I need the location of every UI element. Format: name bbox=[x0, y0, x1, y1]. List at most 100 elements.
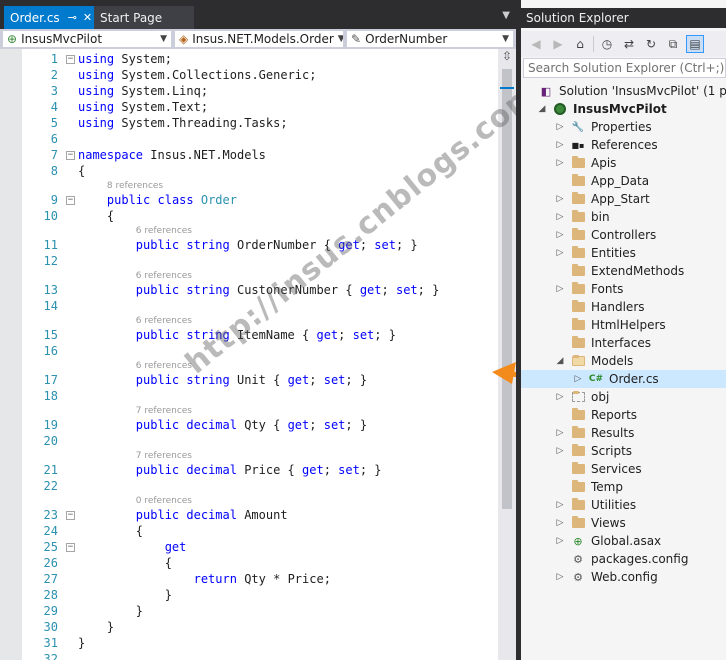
code-line[interactable]: 5 using System.Threading.Tasks; bbox=[0, 115, 498, 131]
tree-item-global-asax[interactable]: ▷ ⊕ Global.asax bbox=[521, 532, 726, 550]
collapsed-arrow-icon[interactable]: ▷ bbox=[555, 140, 565, 150]
code-line[interactable]: 31} bbox=[0, 635, 498, 651]
member-dropdown[interactable]: ✎ OrderNumber ▼ bbox=[346, 30, 514, 48]
tree-item-scripts[interactable]: ▷ Scripts bbox=[521, 442, 726, 460]
code-line[interactable]: 23− public decimal Amount bbox=[0, 507, 498, 523]
split-window-icon[interactable]: ⇳ bbox=[498, 49, 516, 65]
code-line[interactable]: 30 } bbox=[0, 619, 498, 635]
pin-icon[interactable]: ⊸ bbox=[68, 11, 77, 24]
tab-order-cs[interactable]: Order.cs ⊸ ✕ bbox=[4, 6, 94, 29]
codelens-references[interactable]: 7 references bbox=[136, 405, 192, 417]
code-line[interactable]: 12 bbox=[0, 253, 498, 269]
collapsed-arrow-icon[interactable]: ▷ bbox=[555, 248, 565, 258]
tree-item-solution-insusmvcpilot-1-project[interactable]: ◧ Solution 'InsusMvcPilot' (1 project) bbox=[521, 82, 726, 100]
back-icon[interactable]: ◀ bbox=[527, 35, 545, 53]
code-line[interactable]: 29 } bbox=[0, 603, 498, 619]
collapse-region-icon[interactable]: − bbox=[66, 511, 75, 520]
tree-item-fonts[interactable]: ▷ Fonts bbox=[521, 280, 726, 298]
tree-item-app-data[interactable]: App_Data bbox=[521, 172, 726, 190]
codelens-references[interactable]: 6 references bbox=[136, 225, 192, 237]
collapsed-arrow-icon[interactable]: ▷ bbox=[555, 392, 565, 402]
code-line[interactable]: 18 bbox=[0, 388, 498, 404]
collapse-region-icon[interactable]: − bbox=[66, 543, 75, 552]
tree-item-references[interactable]: ▷ ■▪ References bbox=[521, 136, 726, 154]
collapse-region-icon[interactable]: − bbox=[66, 151, 75, 160]
expanded-arrow-icon[interactable]: ◢ bbox=[537, 104, 547, 114]
codelens-references[interactable]: 0 references bbox=[136, 495, 192, 507]
code-line[interactable]: 20 bbox=[0, 433, 498, 449]
project-dropdown[interactable]: ⊕ InsusMvcPilot ▼ bbox=[2, 30, 172, 48]
collapsed-arrow-icon[interactable]: ▷ bbox=[555, 572, 565, 582]
collapsed-arrow-icon[interactable]: ▷ bbox=[555, 230, 565, 240]
tree-item-entities[interactable]: ▷ Entities bbox=[521, 244, 726, 262]
codelens-references[interactable]: 6 references bbox=[136, 360, 192, 372]
code-line[interactable]: 17 public string Unit { get; set; } bbox=[0, 372, 498, 388]
type-dropdown[interactable]: ◈ Insus.NET.Models.Order ▼ bbox=[174, 30, 344, 48]
tree-item-insusmvcpilot[interactable]: ◢ InsusMvcPilot bbox=[521, 100, 726, 118]
tree-item-packages-config[interactable]: ⚙ packages.config bbox=[521, 550, 726, 568]
collapsed-arrow-icon[interactable]: ▷ bbox=[555, 428, 565, 438]
tree-item-extendmethods[interactable]: ExtendMethods bbox=[521, 262, 726, 280]
tree-item-obj[interactable]: ▷ obj bbox=[521, 388, 726, 406]
tree-item-htmlhelpers[interactable]: HtmlHelpers bbox=[521, 316, 726, 334]
sync-icon[interactable]: ⇄ bbox=[620, 35, 638, 53]
tree-item-interfaces[interactable]: Interfaces bbox=[521, 334, 726, 352]
solution-explorer-search-input[interactable]: Search Solution Explorer (Ctrl+;) bbox=[523, 58, 726, 78]
show-all-files-icon[interactable]: ▤ bbox=[686, 35, 704, 53]
code-line[interactable]: 25− get bbox=[0, 539, 498, 555]
code-line[interactable]: 3 using System.Linq; bbox=[0, 83, 498, 99]
tree-item-web-config[interactable]: ▷ ⚙ Web.config bbox=[521, 568, 726, 586]
code-line[interactable]: 6 bbox=[0, 131, 498, 147]
collapse-region-icon[interactable]: − bbox=[66, 55, 75, 64]
vertical-scrollbar[interactable]: ⇳ bbox=[498, 49, 516, 660]
tab-start-page[interactable]: Start Page bbox=[94, 6, 194, 29]
code-line[interactable]: 24 { bbox=[0, 523, 498, 539]
collapsed-arrow-icon[interactable]: ▷ bbox=[555, 122, 565, 132]
tree-item-views[interactable]: ▷ Views bbox=[521, 514, 726, 532]
code-line[interactable]: 32 bbox=[0, 651, 498, 660]
collapsed-arrow-icon[interactable]: ▷ bbox=[555, 500, 565, 510]
refresh-icon[interactable]: ↻ bbox=[642, 35, 660, 53]
code-area[interactable]: 1− using System; 2 using System.Collections… bbox=[0, 49, 498, 660]
tree-item-reports[interactable]: Reports bbox=[521, 406, 726, 424]
collapsed-arrow-icon[interactable]: ▷ bbox=[555, 518, 565, 528]
collapsed-arrow-icon[interactable]: ▷ bbox=[555, 212, 565, 222]
tree-item-utilities[interactable]: ▷ Utilities bbox=[521, 496, 726, 514]
tree-item-services[interactable]: Services bbox=[521, 460, 726, 478]
collapsed-arrow-icon[interactable]: ▷ bbox=[555, 536, 565, 546]
collapsed-arrow-icon[interactable]: ▷ bbox=[555, 158, 565, 168]
code-line[interactable]: 2 using System.Collections.Generic; bbox=[0, 67, 498, 83]
code-line[interactable]: 22 bbox=[0, 478, 498, 494]
collapsed-arrow-icon[interactable]: ▷ bbox=[555, 194, 565, 204]
tree-item-properties[interactable]: ▷ 🔧 Properties bbox=[521, 118, 726, 136]
codelens-references[interactable]: 6 references bbox=[136, 315, 192, 327]
code-line[interactable]: 27 return Qty * Price; bbox=[0, 571, 498, 587]
code-line[interactable]: 10 { bbox=[0, 208, 498, 224]
collapsed-arrow-icon[interactable]: ▷ bbox=[555, 284, 565, 294]
tree-item-app-start[interactable]: ▷ App_Start bbox=[521, 190, 726, 208]
tree-item-results[interactable]: ▷ Results bbox=[521, 424, 726, 442]
tree-item-bin[interactable]: ▷ bin bbox=[521, 208, 726, 226]
codelens-references[interactable]: 6 references bbox=[136, 270, 192, 282]
codelens-references[interactable]: 8 references bbox=[107, 180, 163, 192]
collapsed-arrow-icon[interactable]: ▷ bbox=[555, 446, 565, 456]
code-line[interactable]: 1− using System; bbox=[0, 51, 498, 67]
tree-item-apis[interactable]: ▷ Apis bbox=[521, 154, 726, 172]
code-line[interactable]: 11 public string OrderNumber { get; set;… bbox=[0, 237, 498, 253]
code-line[interactable]: 19 public decimal Qty { get; set; } bbox=[0, 417, 498, 433]
code-line[interactable]: 28 } bbox=[0, 587, 498, 603]
expanded-arrow-icon[interactable]: ◢ bbox=[555, 356, 565, 366]
tree-item-controllers[interactable]: ▷ Controllers bbox=[521, 226, 726, 244]
forward-icon[interactable]: ▶ bbox=[549, 35, 567, 53]
tree-item-models[interactable]: ◢ Models bbox=[521, 352, 726, 370]
code-line[interactable]: 16 bbox=[0, 343, 498, 359]
tree-item-handlers[interactable]: Handlers bbox=[521, 298, 726, 316]
tree-item-temp[interactable]: Temp bbox=[521, 478, 726, 496]
collapsed-arrow-icon[interactable]: ▷ bbox=[573, 374, 583, 384]
code-line[interactable]: 26 { bbox=[0, 555, 498, 571]
code-line[interactable]: 21 public decimal Price { get; set; } bbox=[0, 462, 498, 478]
home-icon[interactable]: ⌂ bbox=[571, 35, 589, 53]
history-icon[interactable]: ◷ bbox=[598, 35, 616, 53]
collapse-all-icon[interactable]: ⧉ bbox=[664, 35, 682, 53]
close-icon[interactable]: ✕ bbox=[83, 11, 92, 24]
